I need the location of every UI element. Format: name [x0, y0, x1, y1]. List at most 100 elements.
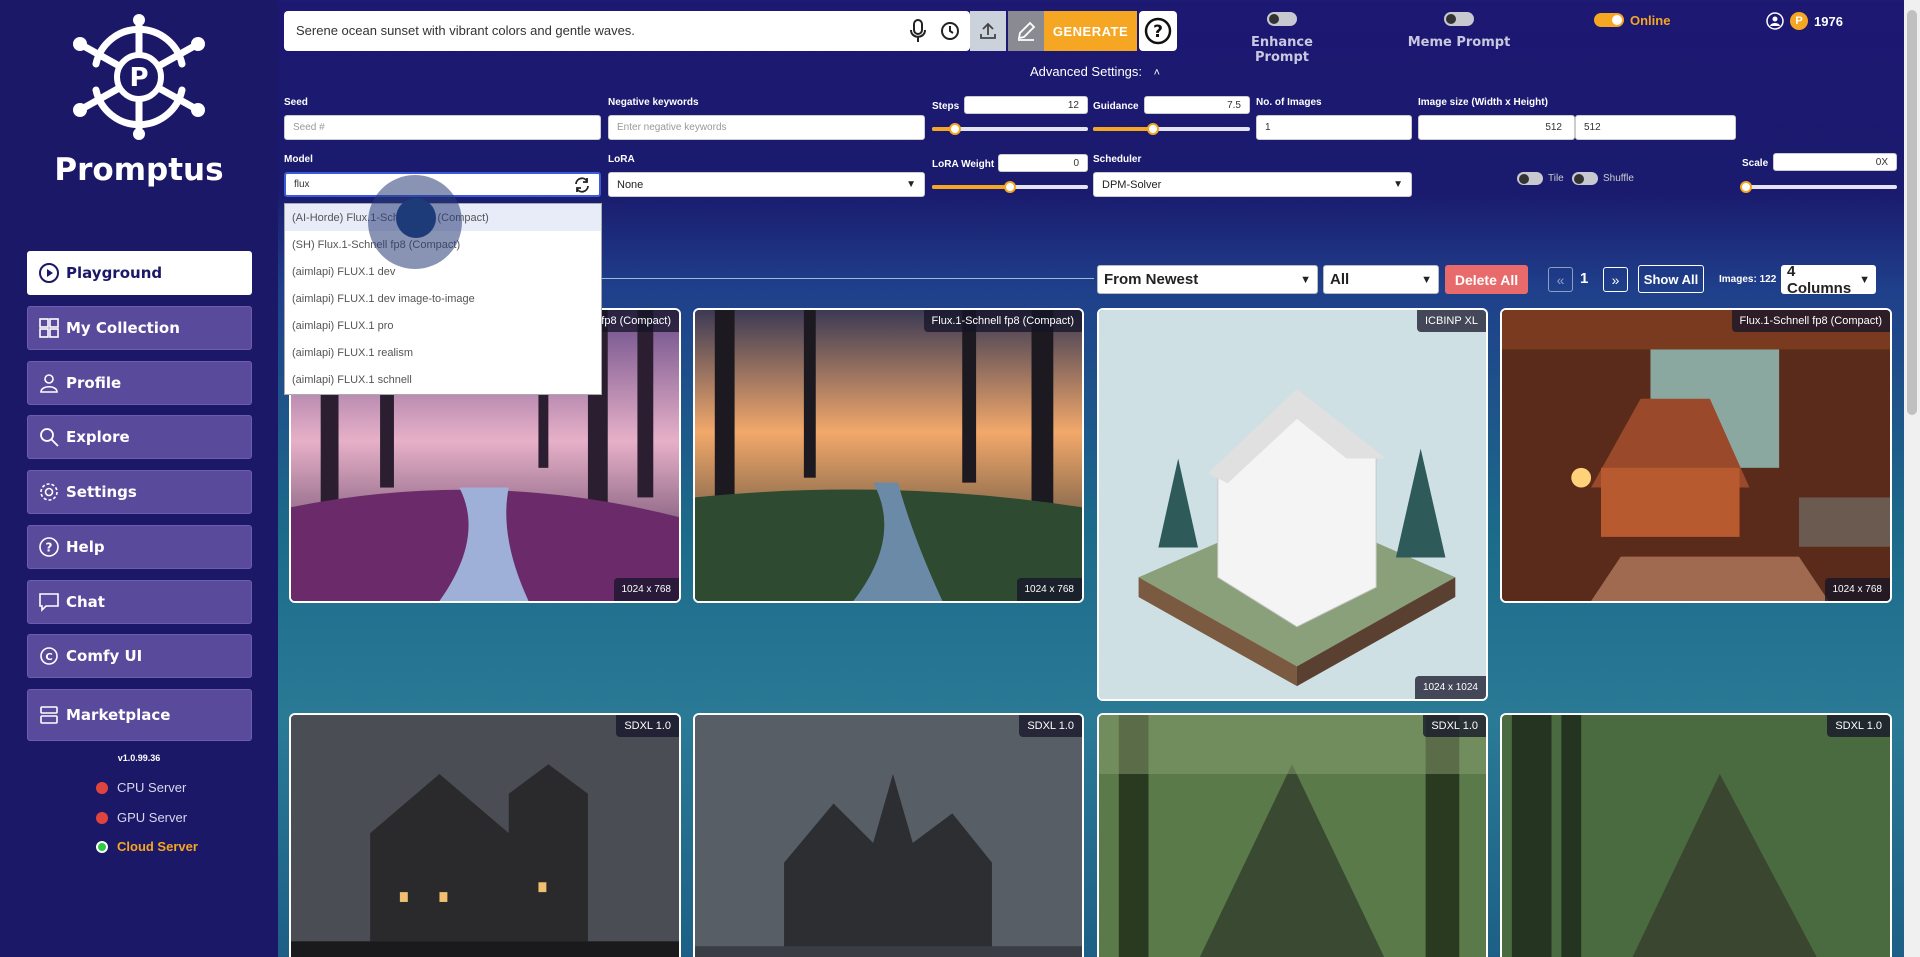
tile-toggle[interactable]: Tile	[1517, 172, 1564, 185]
sidebar-item-chat[interactable]: Chat	[27, 580, 252, 624]
show-all-button[interactable]: Show All	[1638, 265, 1704, 293]
model-label: Model	[284, 154, 313, 165]
seed-label: Seed	[284, 97, 308, 108]
image-size-tag: 1024 x 1024	[1414, 676, 1486, 699]
promptus-logo: P	[73, 14, 205, 140]
model-option[interactable]: (aimlapi) FLUX.1 dev image-to-image	[285, 285, 601, 312]
scrollbar-thumb[interactable]	[1907, 10, 1917, 415]
columns-select[interactable]: 4 Columns ▼	[1781, 263, 1876, 297]
negative-keywords-input[interactable]: Enter negative keywords	[608, 115, 925, 140]
slider-knob[interactable]	[1004, 181, 1016, 193]
next-page-icon[interactable]: »	[1603, 267, 1628, 292]
model-option[interactable]: (aimlapi) FLUX.1 dev	[285, 258, 601, 285]
sidebar-item-marketplace[interactable]: Marketplace	[27, 689, 252, 741]
upload-icon[interactable]	[970, 11, 1006, 51]
model-search-text: flux	[294, 179, 310, 190]
microphone-icon[interactable]	[900, 11, 936, 51]
shuffle-toggle[interactable]: Shuffle	[1572, 172, 1634, 185]
online-label: Online	[1630, 13, 1671, 28]
question-icon: ?	[39, 537, 59, 557]
chevron-down-icon: ▼	[1300, 273, 1311, 286]
sidebar-item-playground[interactable]: Playground	[27, 251, 252, 295]
version-text: v1.0.99.36	[117, 753, 161, 763]
slider-fill	[1093, 127, 1153, 131]
forest-stream-image	[695, 310, 1082, 601]
image-height-input[interactable]: 512	[1575, 115, 1736, 140]
scheduler-label: Scheduler	[1093, 154, 1142, 165]
toggle-switch[interactable]	[1267, 12, 1297, 26]
server-label: Cloud Server	[117, 839, 198, 854]
user-icon	[40, 374, 58, 393]
slider-knob[interactable]	[1146, 123, 1159, 135]
sidebar-item-comfy-ui[interactable]: C Comfy UI	[27, 634, 252, 678]
model-option[interactable]: (aimlapi) FLUX.1 schnell	[285, 366, 601, 393]
refresh-icon[interactable]	[573, 176, 591, 193]
prompt-input[interactable]: Serene ocean sunset with vibrant colors …	[284, 11, 1006, 51]
scale-slider[interactable]	[1740, 181, 1897, 193]
model-option[interactable]: (aimlapi) FLUX.1 realism	[285, 339, 601, 366]
scheduler-select[interactable]: DPM-Solver ▼	[1093, 172, 1412, 197]
lora-select[interactable]: None ▼	[608, 172, 925, 197]
toggle-switch[interactable]	[1572, 172, 1598, 185]
sidebar-item-settings[interactable]: Settings	[27, 470, 252, 514]
number-of-images-label: No. of Images	[1256, 97, 1322, 108]
model-tag: SDXL 1.0	[1827, 715, 1890, 737]
status-dot-icon	[96, 811, 108, 824]
image-card[interactable]: Flux.1-Schnell fp8 (Compact) 1024 x 768	[1500, 308, 1892, 603]
sidebar-item-label: My Collection	[66, 319, 180, 337]
help-button[interactable]: ?	[1139, 11, 1177, 51]
image-card[interactable]: Flux.1-Schnell fp8 (Compact) 1024 x 768	[693, 308, 1084, 603]
guidance-input[interactable]: 7.5	[1144, 96, 1250, 114]
online-toggle[interactable]	[1594, 13, 1624, 27]
advanced-settings-toggle[interactable]: Advanced Settings: ˄	[1030, 64, 1160, 79]
steps-slider[interactable]	[932, 123, 1088, 135]
page-number: 1	[1580, 270, 1589, 287]
history-icon[interactable]	[932, 11, 968, 51]
scale-input[interactable]: 0X	[1773, 153, 1897, 171]
image-card[interactable]: SDXL 1.0	[1097, 713, 1488, 957]
slider-knob[interactable]	[949, 123, 962, 135]
guidance-slider[interactable]	[1093, 123, 1250, 135]
search-icon	[40, 428, 59, 447]
lora-weight-slider[interactable]	[932, 181, 1088, 193]
previous-page-icon[interactable]: «	[1548, 267, 1573, 292]
svg-text:C: C	[45, 652, 52, 663]
sort-select-value: From Newest	[1104, 271, 1199, 288]
seed-input[interactable]: Seed #	[284, 115, 601, 140]
sidebar-item-help[interactable]: ? Help	[27, 525, 252, 569]
coin-icon: P	[1790, 12, 1808, 30]
generate-button[interactable]: GENERATE	[1044, 11, 1137, 51]
sort-select[interactable]: From Newest ▼	[1097, 265, 1318, 294]
chevron-down-icon: ▼	[1421, 273, 1432, 286]
enhance-prompt-toggle[interactable]: Enhance Prompt	[1222, 12, 1342, 65]
page-scrollbar[interactable]	[1904, 0, 1920, 957]
svg-text:P: P	[129, 63, 148, 93]
image-card[interactable]: SDXL 1.0	[289, 713, 681, 957]
sidebar-item-profile[interactable]: Profile	[27, 361, 252, 405]
lora-select-value: None	[617, 178, 644, 191]
divider	[600, 278, 1094, 279]
lora-weight-input[interactable]: 0	[998, 154, 1088, 172]
toggle-switch[interactable]	[1444, 12, 1474, 26]
delete-all-button[interactable]: Delete All	[1445, 265, 1528, 294]
sidebar-item-explore[interactable]: Explore	[27, 415, 252, 459]
number-of-images-input[interactable]: 1	[1256, 115, 1412, 140]
meme-prompt-toggle[interactable]: Meme Prompt	[1404, 12, 1514, 50]
slider-knob[interactable]	[1740, 181, 1752, 193]
toggle-switch[interactable]	[1517, 172, 1543, 185]
model-tag: SDXL 1.0	[616, 715, 679, 737]
steps-label: Steps	[932, 101, 960, 112]
sidebar-item-my-collection[interactable]: My Collection	[27, 306, 252, 350]
image-card[interactable]: SDXL 1.0	[1500, 713, 1892, 957]
image-width-input[interactable]: 512	[1418, 115, 1575, 140]
comfy-icon: C	[40, 647, 58, 665]
filter-select[interactable]: All ▼	[1323, 265, 1439, 294]
model-option[interactable]: (aimlapi) FLUX.1 pro	[285, 312, 601, 339]
image-card[interactable]: ICBINP XL 1024 x 1024	[1097, 308, 1488, 701]
image-card[interactable]: SDXL 1.0	[693, 713, 1084, 957]
edit-icon[interactable]	[1008, 11, 1044, 51]
steps-input[interactable]: 12	[964, 96, 1088, 114]
user-avatar-icon[interactable]	[1766, 12, 1784, 30]
sidebar: P Promptus Playground My Collection Prof…	[0, 0, 278, 957]
server-status-gpu: GPU Server	[96, 810, 187, 825]
